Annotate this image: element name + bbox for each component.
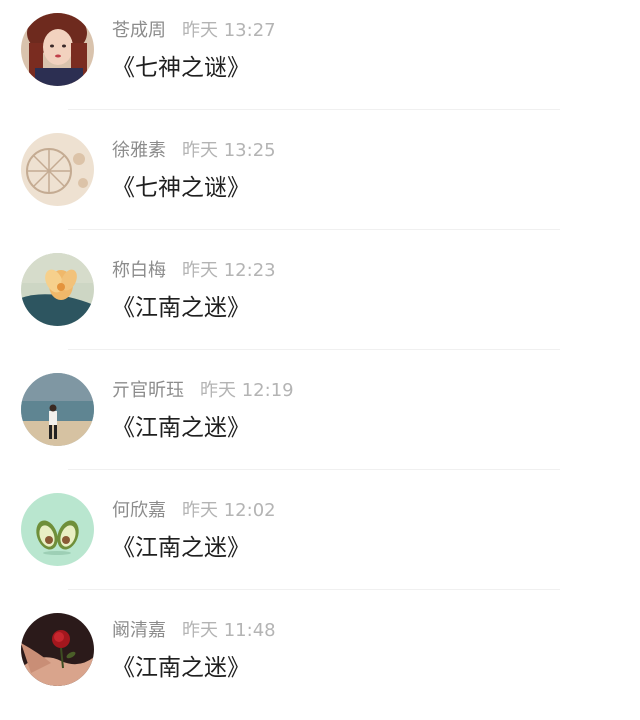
message-text: 《江南之迷》	[112, 535, 250, 561]
avatar[interactable]	[21, 493, 94, 566]
list-item[interactable]: 阚清嘉 昨天 11:48 《江南之迷》	[0, 600, 640, 720]
timestamp: 昨天 13:25	[182, 140, 276, 161]
timestamp: 昨天 13:27	[182, 20, 276, 41]
timestamp: 昨天 12:19	[200, 380, 294, 401]
list-item[interactable]: 徐雅素 昨天 13:25 《七神之谜》	[0, 120, 640, 240]
timestamp: 昨天 12:02	[182, 500, 276, 521]
avatar-image	[21, 373, 94, 446]
divider	[68, 109, 560, 110]
list-item[interactable]: 亓官昕珏 昨天 12:19 《江南之迷》	[0, 360, 640, 480]
message-text: 《江南之迷》	[112, 295, 250, 321]
timestamp: 昨天 11:48	[182, 620, 276, 641]
username[interactable]: 阚清嘉	[112, 620, 166, 641]
avatar-image	[21, 253, 94, 326]
comment-list: 苍成周昨天 13:27 《七神之谜》 徐雅素昨天 13:25 《七神之谜》	[0, 0, 640, 705]
avatar-image	[21, 13, 94, 86]
timestamp: 昨天 12:23	[182, 260, 276, 281]
message-text: 《七神之谜》	[112, 55, 250, 81]
username[interactable]: 徐雅素	[112, 140, 166, 161]
avatar[interactable]	[21, 13, 94, 86]
username[interactable]: 亓官昕珏	[112, 380, 184, 401]
list-item[interactable]: 何欣嘉 昨天 12:02 《江南之迷》	[0, 480, 640, 600]
avatar-image	[21, 133, 94, 206]
message-text: 《江南之迷》	[112, 415, 250, 441]
divider	[68, 229, 560, 230]
list-item[interactable]: 苍成周 昨天 13:27 《七神之谜》	[0, 0, 640, 120]
username[interactable]: 苍成周	[112, 20, 166, 41]
divider	[68, 349, 560, 350]
avatar-image	[21, 493, 94, 566]
message-text: 《江南之迷》	[112, 655, 250, 681]
avatar[interactable]	[21, 253, 94, 326]
avatar[interactable]	[21, 613, 94, 686]
avatar[interactable]	[21, 133, 94, 206]
avatar[interactable]	[21, 373, 94, 446]
divider	[68, 469, 560, 470]
divider	[68, 589, 560, 590]
username[interactable]: 称白梅	[112, 260, 166, 281]
avatar-image	[21, 613, 94, 686]
list-item[interactable]: 称白梅 昨天 12:23 《江南之迷》	[0, 240, 640, 360]
username[interactable]: 何欣嘉	[112, 500, 166, 521]
message-text: 《七神之谜》	[112, 175, 250, 201]
